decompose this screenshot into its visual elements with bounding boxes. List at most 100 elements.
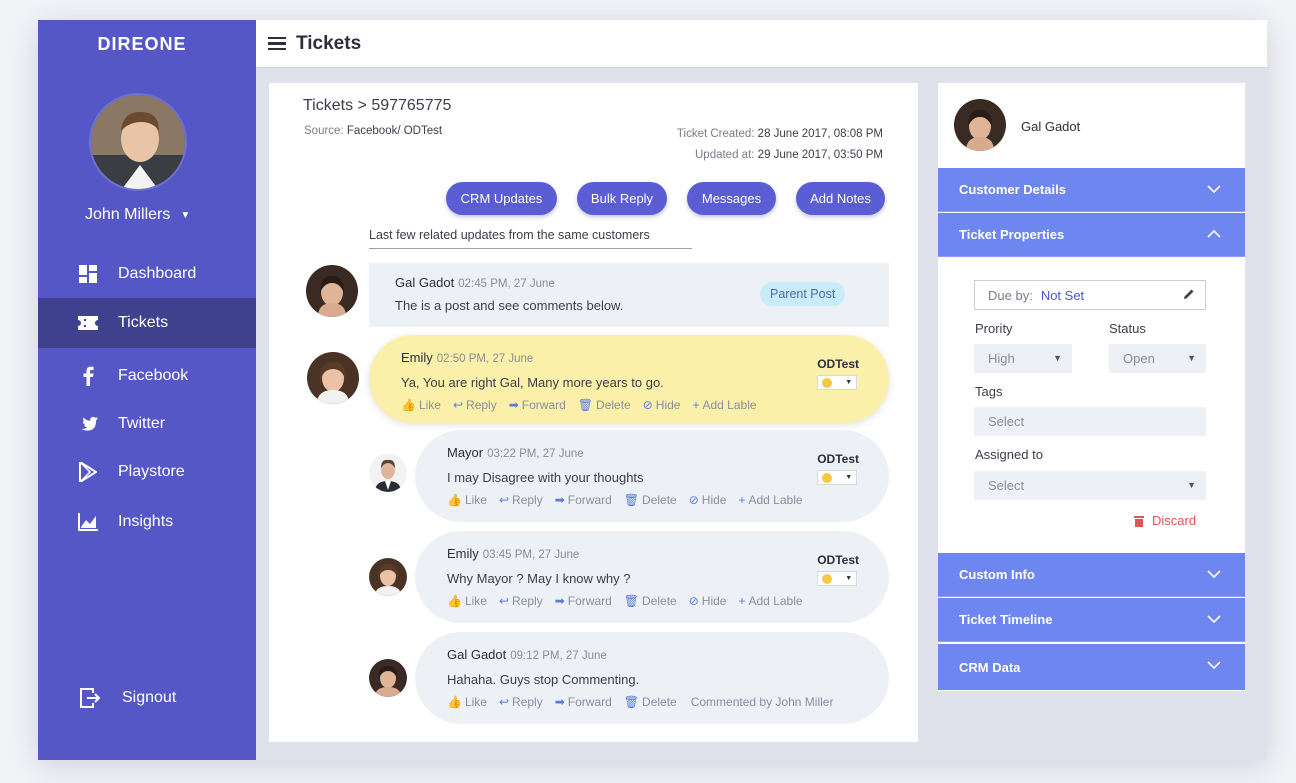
accordion-custom-info[interactable]: Custom Info: [938, 553, 1245, 597]
tag-box: ODTest ▼: [817, 357, 859, 390]
chevron-down-icon: [1207, 570, 1221, 579]
ticket-icon: [78, 313, 98, 333]
discard-button[interactable]: Discard: [1134, 513, 1196, 528]
messages-button[interactable]: Messages: [687, 182, 776, 215]
signout-button[interactable]: Signout: [38, 673, 256, 723]
tag-color-select[interactable]: ▼: [817, 375, 858, 390]
reply-button[interactable]: ↩ Reply: [453, 398, 497, 412]
add-label-label: Add Lable: [748, 493, 803, 507]
accordion-label: CRM Data: [959, 659, 1021, 675]
thumbs-up-icon: 👍: [447, 493, 462, 507]
caret-down-icon: ▼: [845, 575, 853, 582]
sidebar: DIREONE John Millers ▼ Dashboard Tickets…: [38, 20, 256, 760]
priority-label: Prority: [975, 321, 1013, 336]
status-select[interactable]: Open ▼: [1109, 344, 1206, 373]
assigned-select[interactable]: Select ▼: [974, 471, 1206, 500]
profile-avatar[interactable]: [89, 93, 187, 191]
reply-button[interactable]: ↩ Reply: [499, 493, 543, 507]
accordion-label: Ticket Properties: [959, 227, 1065, 242]
add-label-button[interactable]: + Add Lable: [738, 493, 802, 507]
delete-label: Delete: [642, 493, 677, 507]
delete-button[interactable]: 🗑 Delete: [578, 398, 631, 412]
plus-icon: +: [692, 398, 700, 412]
avatar: [307, 352, 359, 404]
twitter-icon: [78, 414, 98, 434]
priority-select[interactable]: High ▼: [974, 344, 1072, 373]
ticket-panel: Tickets > 597765775 Source: Facebook/ OD…: [269, 83, 918, 742]
forward-icon: ➡: [554, 594, 565, 608]
delete-button[interactable]: 🗑 Delete: [624, 594, 677, 608]
reply-icon: ↩: [498, 594, 510, 608]
status-label: Status: [1109, 321, 1146, 336]
add-label-button[interactable]: + Add Lable: [692, 398, 756, 412]
caret-down-icon: ▼: [845, 379, 853, 386]
plus-icon: +: [738, 493, 746, 507]
tag-label: ODTest: [817, 452, 859, 466]
like-button[interactable]: 👍 Like: [447, 493, 487, 507]
bulk-reply-button[interactable]: Bulk Reply: [577, 182, 667, 215]
avatar: [369, 558, 407, 596]
updated-value: 29 June 2017, 03:50 PM: [757, 149, 883, 161]
accordion-customer-details[interactable]: Customer Details: [938, 168, 1245, 212]
sidebar-item-label: Tickets: [118, 314, 169, 331]
like-label: Like: [418, 398, 441, 412]
hide-button[interactable]: ⊘ Hide: [689, 594, 727, 608]
chevron-down-icon: [1207, 615, 1221, 624]
caret-down-icon: ▼: [1053, 353, 1062, 363]
tag-color-select[interactable]: ▼: [817, 470, 858, 485]
hide-button[interactable]: ⊘ Hide: [643, 398, 681, 412]
tags-label: Tags: [975, 384, 1003, 399]
ticket-title: Tickets > 597765775: [303, 97, 452, 114]
tag-color-select[interactable]: ▼: [817, 571, 858, 586]
due-label: Due by:: [988, 287, 1033, 303]
reply-button[interactable]: ↩ Reply: [499, 695, 543, 709]
forward-button[interactable]: ➡ Forward: [555, 493, 612, 507]
accordion-label: Ticket Timeline: [959, 612, 1053, 627]
pencil-icon[interactable]: [1183, 288, 1195, 300]
crm-updates-button[interactable]: CRM Updates: [446, 182, 557, 215]
sidebar-item-twitter[interactable]: Twitter: [38, 399, 256, 449]
tags-input[interactable]: Select: [974, 407, 1206, 436]
forward-button[interactable]: ➡ Forward: [555, 695, 612, 709]
sidebar-item-insights[interactable]: Insights: [38, 497, 256, 547]
like-button[interactable]: 👍 Like: [447, 594, 487, 608]
forward-icon: ➡: [554, 695, 565, 709]
like-button[interactable]: 👍 Like: [401, 398, 441, 412]
user-menu[interactable]: John Millers ▼: [85, 206, 190, 224]
accordion-label: Customer Details: [959, 182, 1066, 197]
signout-icon: [80, 688, 100, 708]
assigned-label: Assigned to: [975, 447, 1043, 462]
hide-button[interactable]: ⊘ Hide: [689, 493, 727, 507]
add-label-button[interactable]: + Add Lable: [738, 594, 802, 608]
menu-icon[interactable]: [268, 36, 286, 51]
forward-button[interactable]: ➡ Forward: [555, 594, 612, 608]
delete-button[interactable]: 🗑 Delete: [624, 493, 677, 507]
sidebar-item-facebook[interactable]: Facebook: [38, 351, 256, 401]
source-label: Source:: [304, 125, 344, 137]
delete-button[interactable]: 🗑 Delete: [624, 695, 677, 709]
comment-actions: 👍 Like ↩ Reply ➡ Forward 🗑 Delete ⊘ Hide + Add…: [401, 398, 757, 412]
comment-actions: 👍 Like ↩ Reply ➡ Forward 🗑 Delete Commented …: [447, 695, 833, 709]
page-title: Tickets: [296, 32, 362, 54]
accordion-ticket-properties[interactable]: Ticket Properties: [938, 213, 1245, 257]
thumbs-up-icon: 👍: [447, 594, 462, 608]
comment-text: Why Mayor ? May I know why ?: [447, 571, 631, 586]
due-by-field[interactable]: Due by: Not Set: [974, 280, 1206, 310]
reply-button[interactable]: ↩ Reply: [499, 594, 543, 608]
user-name: John Millers: [85, 206, 171, 223]
comment-header: Emily 02:50 PM, 27 June: [401, 349, 533, 367]
reply-label: Reply: [512, 594, 543, 608]
eye-slash-icon: ⊘: [688, 493, 699, 507]
plus-icon: +: [738, 594, 746, 608]
sidebar-item-playstore[interactable]: Playstore: [38, 447, 256, 497]
accordion-crm-data[interactable]: CRM Data: [938, 644, 1245, 690]
add-notes-button[interactable]: Add Notes: [796, 182, 885, 215]
sidebar-item-label: Playstore: [118, 463, 185, 480]
forward-button[interactable]: ➡ Forward: [509, 398, 566, 412]
sidebar-item-dashboard[interactable]: Dashboard: [38, 249, 256, 299]
accordion-ticket-timeline[interactable]: Ticket Timeline: [938, 598, 1245, 642]
sidebar-item-tickets[interactable]: Tickets: [38, 298, 256, 348]
like-button[interactable]: 👍 Like: [447, 695, 487, 709]
related-updates-label: Last few related updates from the same c…: [369, 228, 692, 249]
tags-placeholder: Select: [988, 414, 1025, 429]
